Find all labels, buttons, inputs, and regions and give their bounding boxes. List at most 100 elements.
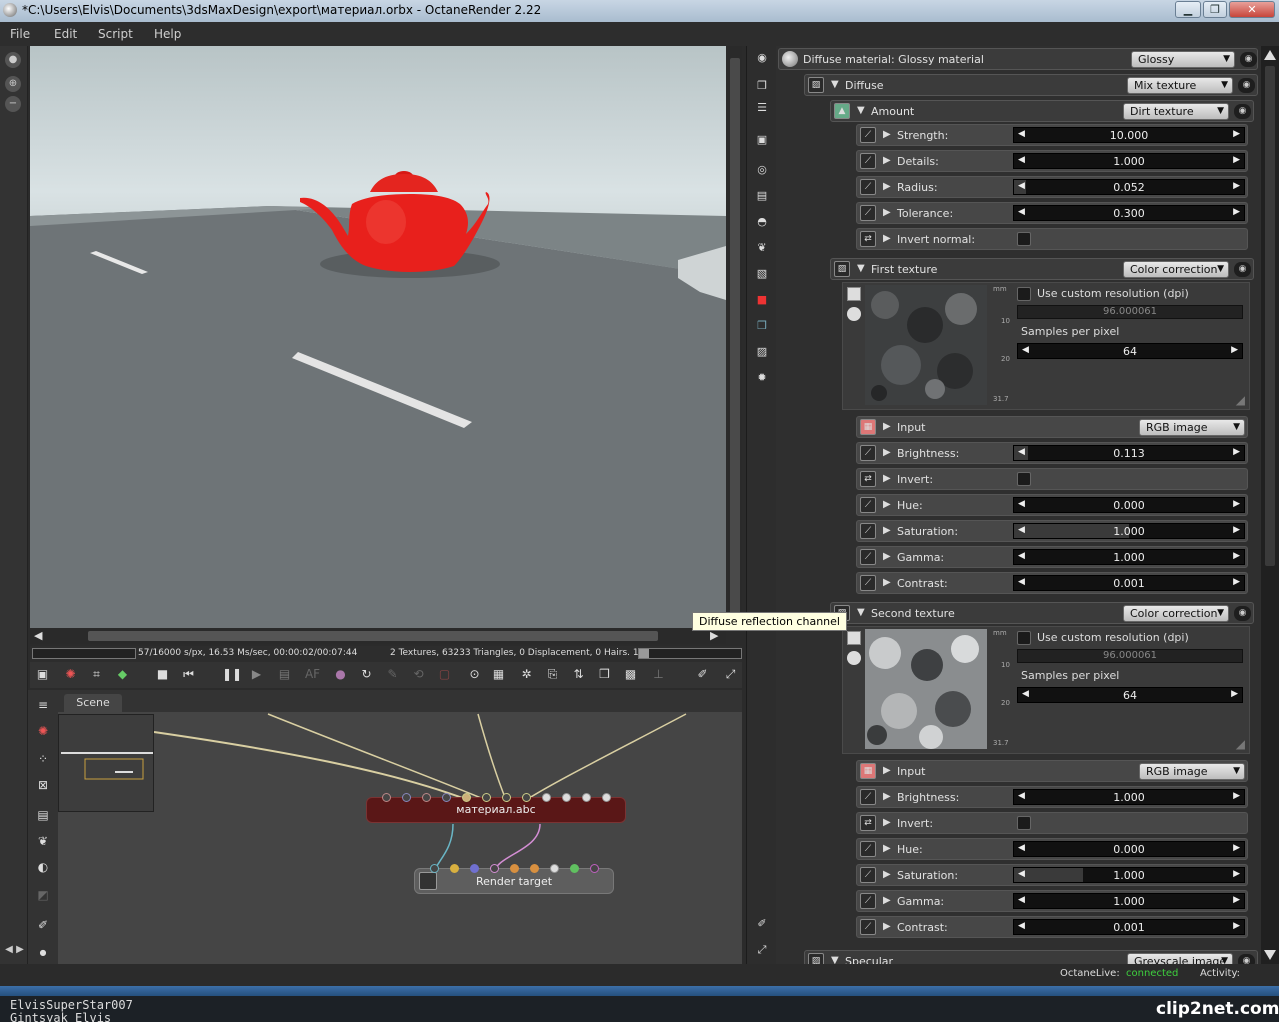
increment-icon[interactable]: ▶ bbox=[1233, 895, 1240, 905]
stop-icon[interactable]: ■ bbox=[154, 666, 171, 683]
first-texture-row[interactable]: ▨ ▼ First texture Color correction ▼ ◉ bbox=[830, 258, 1254, 280]
invert-normal-expand-icon[interactable]: ▶ bbox=[883, 233, 891, 244]
increment-icon[interactable]: ▶ bbox=[1233, 129, 1240, 139]
param-expand-icon[interactable]: ▶ bbox=[883, 551, 891, 562]
scroll-left-icon[interactable]: ◀ bbox=[34, 629, 42, 642]
grid-icon[interactable]: ▦ bbox=[490, 666, 507, 683]
copy-icon[interactable]: ⎘ bbox=[544, 666, 561, 683]
param-slider[interactable]: ◀ 10.000 ▶ bbox=[1013, 127, 1245, 143]
first-texture-collapse-icon[interactable]: ▼ bbox=[857, 263, 865, 274]
increment-icon[interactable]: ▶ bbox=[1233, 869, 1240, 879]
increment-icon[interactable]: ▶ bbox=[1233, 181, 1240, 191]
pin-icon[interactable]: ⊥ bbox=[650, 666, 667, 683]
param-slider[interactable]: ◀ 0.000 ▶ bbox=[1013, 841, 1245, 857]
light-icon[interactable]: ✹ bbox=[754, 370, 770, 386]
region-icon[interactable]: ▢ bbox=[436, 666, 453, 683]
second-samples-slider[interactable]: ◀ 64 ▶ bbox=[1017, 687, 1243, 703]
first-texture-visibility-icon[interactable]: ◉ bbox=[1234, 262, 1251, 277]
param-expand-icon[interactable]: ▶ bbox=[883, 155, 891, 166]
menu-script[interactable]: Script bbox=[98, 27, 133, 41]
list-icon[interactable]: ☰ bbox=[754, 100, 770, 116]
increment-icon[interactable]: ▶ bbox=[1233, 525, 1240, 535]
param-slider[interactable]: ◀ 0.052 ▶ bbox=[1013, 179, 1245, 195]
increment-icon[interactable]: ▶ bbox=[1233, 155, 1240, 165]
sphere-preview-icon[interactable] bbox=[847, 651, 861, 665]
param-slider[interactable]: ◀ 1.000 ▶ bbox=[1013, 893, 1245, 909]
param-expand-icon[interactable]: ▶ bbox=[883, 577, 891, 588]
second-texture-collapse-icon[interactable]: ▼ bbox=[857, 607, 865, 618]
texture-icon[interactable]: ▧ bbox=[754, 266, 770, 282]
flat-preview-icon[interactable] bbox=[847, 631, 861, 645]
increment-icon[interactable]: ▶ bbox=[1233, 499, 1240, 509]
param-expand-icon[interactable]: ▶ bbox=[883, 207, 891, 218]
second-texture-visibility-icon[interactable]: ◉ bbox=[1234, 606, 1251, 621]
camera-settings-icon[interactable]: ◉ bbox=[754, 50, 770, 66]
node-select-icon[interactable]: ⁘ bbox=[34, 750, 52, 768]
refresh-icon[interactable]: ↻ bbox=[358, 666, 375, 683]
environment-icon[interactable]: ◓ bbox=[754, 214, 770, 230]
first-input-expand-icon[interactable]: ▶ bbox=[883, 421, 891, 432]
panel-scrollbar[interactable] bbox=[1261, 46, 1279, 964]
sphere-preview-icon[interactable] bbox=[847, 307, 861, 321]
inspector-wrench-icon[interactable]: ✐ bbox=[754, 916, 770, 932]
dot-icon[interactable]: ● bbox=[5, 52, 21, 68]
param-slider[interactable]: ◀ 0.001 ▶ bbox=[1013, 919, 1245, 935]
viewport-vertical-scrollbar[interactable] bbox=[728, 46, 742, 628]
flat-preview-icon[interactable] bbox=[847, 287, 861, 301]
restart-render-icon[interactable]: ✺ bbox=[62, 666, 79, 683]
camera-icon[interactable]: ◎ bbox=[754, 162, 770, 178]
first-samples-slider[interactable]: ◀ 64 ▶ bbox=[1017, 343, 1243, 359]
resize-grip-icon[interactable]: ◢ bbox=[1236, 393, 1245, 407]
param-expand-icon[interactable]: ▶ bbox=[883, 791, 891, 802]
af-icon[interactable]: AF bbox=[304, 666, 321, 683]
menu-file[interactable]: File bbox=[10, 27, 30, 41]
render-viewport[interactable] bbox=[30, 46, 726, 628]
menu-help[interactable]: Help bbox=[154, 27, 181, 41]
param-expand-icon[interactable]: ▶ bbox=[883, 843, 891, 854]
param-slider[interactable]: ◀ 0.113 ▶ bbox=[1013, 445, 1245, 461]
resize-grip-icon[interactable]: ◢ bbox=[1236, 737, 1245, 751]
node-graph-editor[interactable]: Scene материал.abc Render target bbox=[58, 690, 742, 964]
fullscreen-icon[interactable]: ⤢ bbox=[722, 666, 739, 683]
save-render-icon[interactable]: ▣ bbox=[34, 666, 51, 683]
display-icon[interactable]: ▤ bbox=[754, 188, 770, 204]
second-texture-type-dropdown[interactable]: Color correction ▼ bbox=[1123, 605, 1229, 622]
increment-icon[interactable]: ▶ bbox=[1233, 843, 1240, 853]
param-expand-icon[interactable]: ▶ bbox=[883, 895, 891, 906]
material-node[interactable]: материал.abc bbox=[366, 793, 626, 823]
param-slider[interactable]: ◀ 1.000 ▶ bbox=[1013, 789, 1245, 805]
diffuse-row[interactable]: ▨ ▼ Diffuse Mix texture ▼ ◉ bbox=[804, 74, 1258, 96]
arrow-right-icon[interactable]: ▶ bbox=[12, 942, 28, 958]
graph-minimap[interactable] bbox=[58, 714, 154, 812]
specular-row[interactable]: ▨ ▼ Specular Greyscale image ▼ ◉ bbox=[804, 950, 1258, 964]
amount-visibility-icon[interactable]: ◉ bbox=[1234, 104, 1251, 119]
param-slider[interactable]: ◀ 0.001 ▶ bbox=[1013, 575, 1245, 591]
invert-normal-checkbox[interactable] bbox=[1017, 232, 1031, 246]
viewport-mode-icon[interactable]: ▤ bbox=[276, 666, 293, 683]
param-slider[interactable]: ◀ 0.300 ▶ bbox=[1013, 205, 1245, 221]
render-target-node[interactable]: Render target bbox=[414, 864, 614, 894]
param-slider[interactable]: ◀ 1.000 ▶ bbox=[1013, 867, 1245, 883]
minimize-button[interactable]: ▁ bbox=[1175, 1, 1201, 18]
amount-collapse-icon[interactable]: ▼ bbox=[857, 105, 865, 116]
invert-expand-icon[interactable]: ▶ bbox=[883, 817, 891, 828]
first-texture-type-dropdown[interactable]: Color correction ▼ bbox=[1123, 261, 1229, 278]
param-expand-icon[interactable]: ▶ bbox=[883, 129, 891, 140]
material-visibility-icon[interactable]: ◉ bbox=[1240, 52, 1257, 67]
image-icon[interactable]: ▣ bbox=[754, 132, 770, 148]
geometry-icon[interactable]: ❒ bbox=[754, 318, 770, 334]
paint-icon[interactable]: ❦ bbox=[34, 832, 52, 850]
amount-type-dropdown[interactable]: Dirt texture ▼ bbox=[1123, 103, 1229, 120]
diffuse-collapse-icon[interactable]: ▼ bbox=[831, 79, 839, 90]
increment-icon[interactable]: ▶ bbox=[1233, 791, 1240, 801]
rewind-icon[interactable]: ⏮ bbox=[180, 666, 197, 683]
node-restart-icon[interactable]: ✺ bbox=[34, 722, 52, 740]
checker-icon[interactable]: ▩ bbox=[622, 666, 639, 683]
second-use-custom-checkbox[interactable] bbox=[1017, 631, 1031, 645]
invert-expand-icon[interactable]: ▶ bbox=[883, 473, 891, 484]
invert-checkbox[interactable] bbox=[1017, 472, 1031, 486]
close-button[interactable]: ✕ bbox=[1229, 1, 1275, 18]
maximize-button[interactable]: ❐ bbox=[1203, 1, 1227, 18]
globe-icon[interactable]: ◐ bbox=[34, 858, 52, 876]
param-slider[interactable]: ◀ 1.000 ▶ bbox=[1013, 523, 1245, 539]
